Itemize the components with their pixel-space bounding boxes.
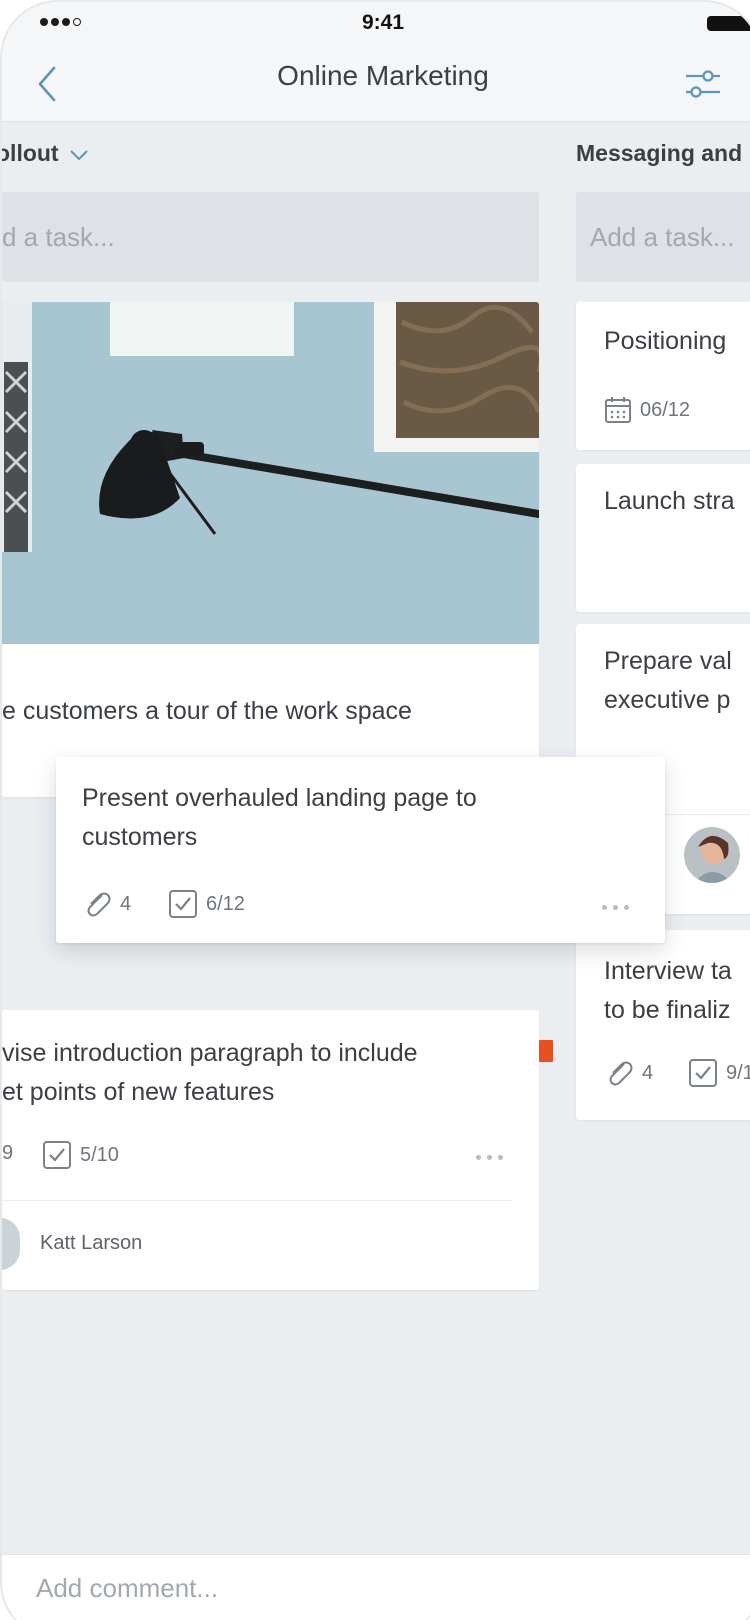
member-avatar xyxy=(684,827,740,883)
paperclip-icon xyxy=(87,892,111,917)
card-title: e customers a tour of the work space xyxy=(2,697,412,725)
attachment-count: 9 xyxy=(2,1142,13,1165)
due-date-value: 06/12 xyxy=(640,398,691,421)
battery-icon xyxy=(707,16,750,31)
checkbox-icon xyxy=(169,890,197,918)
more-options-icon[interactable] xyxy=(476,1155,503,1160)
checkbox-icon xyxy=(43,1141,71,1169)
desk-lamp-image xyxy=(2,302,539,644)
comment-input[interactable]: Add comment... xyxy=(36,1573,218,1604)
card-title-line-2: et points of new features xyxy=(2,1078,275,1106)
calendar-icon xyxy=(605,397,631,423)
navigation-bar: Online Marketing xyxy=(2,46,750,122)
add-task-input[interactable]: d a task... xyxy=(2,192,539,282)
board: ollout d a task... e customers a tour of… xyxy=(2,122,750,1554)
card-title: Positioning xyxy=(604,327,727,355)
column-title-text: ollout xyxy=(0,140,59,166)
add-task-input[interactable]: Add a task... xyxy=(576,192,750,282)
task-card[interactable]: Positioning 06/12 xyxy=(576,302,750,450)
column-title-right[interactable]: Messaging and xyxy=(576,140,742,167)
card-title-line-1: Interview ta xyxy=(604,957,732,985)
assignee-name: Katt Larson xyxy=(40,1232,143,1254)
phone-frame: 9:41 Online Marketing ollout d a task...… xyxy=(0,0,750,1620)
checklist-progress: 9/1 xyxy=(688,1058,750,1088)
more-options-icon[interactable] xyxy=(602,905,629,910)
page-title: Online Marketing xyxy=(277,60,489,91)
attachment-count-value: 4 xyxy=(642,1061,654,1084)
checklist-progress: 5/10 xyxy=(42,1140,119,1170)
card-title-line-1: vise introduction paragraph to include xyxy=(2,1039,418,1067)
card-title-line-1: Present overhauled landing page to xyxy=(82,784,477,812)
card-title-line-2: customers xyxy=(82,823,198,851)
attachment-count: 4 xyxy=(604,1058,653,1088)
card-title: Launch stra xyxy=(604,487,735,515)
checklist-progress-value: 6/12 xyxy=(206,892,245,915)
filter-button[interactable] xyxy=(682,60,724,108)
checklist-progress: 6/12 xyxy=(168,889,245,919)
sliders-icon xyxy=(686,70,720,98)
assignee-avatar xyxy=(2,1218,20,1270)
card-cover-photo xyxy=(2,302,539,644)
checklist-progress-value: 5/10 xyxy=(80,1143,119,1166)
card-title-line-2: to be finaliz xyxy=(604,996,731,1024)
attachment-count-value: 9 xyxy=(2,1142,14,1164)
paperclip-icon xyxy=(609,1061,633,1086)
task-card[interactable]: vise introduction paragraph to include e… xyxy=(2,1010,539,1290)
checkbox-icon xyxy=(689,1059,717,1087)
card-divider xyxy=(2,1200,512,1201)
chevron-down-icon xyxy=(70,150,88,161)
comment-bar: Add comment... xyxy=(2,1554,750,1620)
status-bar: 9:41 xyxy=(2,2,750,46)
dragged-task-card[interactable]: Present overhauled landing page to custo… xyxy=(56,757,665,943)
task-card[interactable]: Interview ta to be finaliz 4 9/1 xyxy=(576,930,750,1120)
label-tag xyxy=(539,1040,553,1062)
attachment-count-value: 4 xyxy=(120,892,132,915)
checklist-progress-value: 9/1 xyxy=(726,1061,750,1084)
card-title-line-1: Prepare val xyxy=(604,647,732,675)
attachment-count: 4 xyxy=(82,889,131,919)
due-date: 06/12 xyxy=(604,396,690,424)
card-title-line-2: executive p xyxy=(604,686,731,714)
task-card-image[interactable]: e customers a tour of the work space xyxy=(2,302,539,797)
task-card[interactable]: Launch stra xyxy=(576,464,750,612)
column-title-left[interactable]: ollout xyxy=(0,140,89,167)
status-time: 9:41 xyxy=(361,11,405,34)
